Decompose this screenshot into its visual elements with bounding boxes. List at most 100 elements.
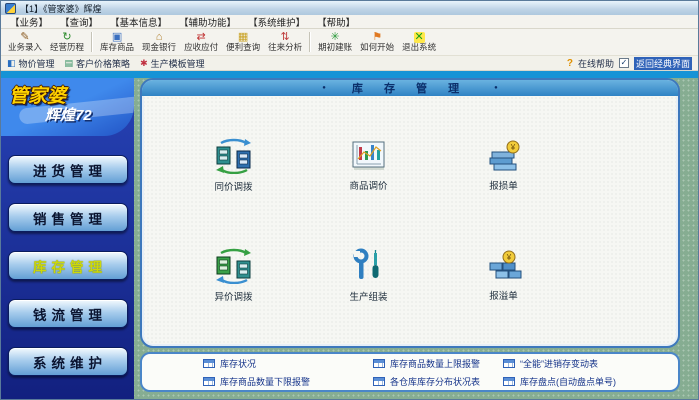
content-area: ● 库 存 管 理 ●	[134, 78, 698, 399]
production-assembly-icon	[349, 248, 387, 284]
toolbar-label: 库存商品	[100, 43, 134, 53]
contacts-analysis-icon: ⇅	[280, 32, 289, 43]
toolbar-initial-setup[interactable]: ✳ 期初建账	[314, 30, 356, 54]
getting-started-icon: ⚑	[372, 32, 382, 43]
app-icon	[5, 3, 16, 14]
link-upper-limit-alarm[interactable]: 库存商品数量上限报警	[373, 357, 503, 370]
toolbar-label: 物价管理	[19, 57, 55, 70]
toolbar-stock-goods[interactable]: ▣ 库存商品	[96, 30, 138, 54]
menu-system-maintenance[interactable]: 【系统维护】	[242, 15, 311, 29]
menu-query[interactable]: 【查询】	[54, 15, 104, 29]
panel-header: ● 库 存 管 理 ●	[142, 80, 678, 96]
sidebar-item-inventory[interactable]: 库存管理	[8, 251, 128, 280]
toolbar-separator	[91, 32, 93, 52]
sidebar-item-sales[interactable]: 销售管理	[8, 203, 128, 232]
menu-business[interactable]: 【业务】	[4, 15, 54, 29]
link-stocktaking[interactable]: 库存盘点(自动盘点单号)	[503, 375, 670, 388]
toolbar-payables[interactable]: ⇄ 应收应付	[180, 30, 222, 54]
table-icon	[373, 359, 385, 368]
function-label: 报溢单	[489, 288, 518, 302]
link-label: 各仓库库存分布状况表	[390, 375, 480, 388]
toolbar-label: 业务录入	[8, 43, 42, 53]
loss-report-icon: ¥	[484, 139, 524, 173]
overflow-report-icon: ¥	[484, 249, 524, 283]
toolbar-cash-bank[interactable]: ⌂ 现金银行	[138, 30, 180, 54]
logo-edition-text: 辉煌72	[45, 104, 92, 125]
table-icon	[203, 377, 215, 386]
function-label: 生产组装	[349, 289, 387, 303]
sidebar-item-cashflow[interactable]: 钱流管理	[8, 299, 128, 328]
function-same-price-transfer[interactable]: 同价调拨	[213, 138, 255, 193]
toolbar-customer-price-policy[interactable]: ▤ 客户价格策略	[65, 57, 131, 70]
table-icon	[203, 359, 215, 368]
menu-help[interactable]: 【帮助】	[311, 15, 361, 29]
blue-divider-bar	[1, 71, 698, 78]
toolbar-label: 退出系统	[402, 43, 436, 53]
link-lower-limit-alarm[interactable]: 库存商品数量下限报警	[203, 375, 373, 388]
link-label: 库存商品数量下限报警	[220, 375, 310, 388]
svg-text:¥: ¥	[509, 143, 515, 152]
link-warehouse-distribution[interactable]: 各仓库库存分布状况表	[373, 375, 503, 388]
table-icon	[503, 377, 515, 386]
link-stock-status[interactable]: 库存状况	[203, 357, 373, 370]
toolbar-production-template[interactable]: ✱ 生产模板管理	[140, 57, 205, 70]
svg-text:¥: ¥	[505, 253, 511, 262]
app-logo: 管家婆 辉煌72	[1, 78, 134, 136]
same-price-transfer-icon	[213, 138, 255, 174]
function-label: 商品调价	[349, 178, 387, 192]
production-template-icon: ✱	[140, 58, 148, 69]
table-icon	[373, 377, 385, 386]
function-label: 异价调拨	[214, 289, 252, 303]
function-goods-price-adjust[interactable]: 商品调价	[349, 139, 389, 192]
function-label: 同价调拨	[214, 179, 252, 193]
customer-price-policy-icon: ▤	[65, 58, 74, 69]
titlebar[interactable]: 【1】《管家婆》辉煌	[1, 1, 698, 15]
function-loss-report[interactable]: ¥ 报损单	[484, 139, 524, 192]
header-bullet-right: ●	[494, 85, 498, 91]
toolbar-label: 客户价格策略	[76, 57, 130, 70]
toolbar-label: 生产模板管理	[151, 57, 205, 70]
initial-setup-icon: ✳	[331, 32, 340, 43]
toolbar-exit-system[interactable]: ✕ 退出系统	[398, 30, 440, 54]
payables-receivables-icon: ⇄	[196, 32, 205, 43]
sidebar-item-purchase[interactable]: 进货管理	[8, 155, 128, 184]
link-label: “全能”进销存变动表	[520, 357, 598, 370]
function-overflow-report[interactable]: ¥ 报溢单	[484, 249, 524, 302]
link-almighty-change-report[interactable]: “全能”进销存变动表	[503, 357, 670, 370]
panel-title: 库 存 管 理	[352, 80, 468, 96]
online-help-link[interactable]: 在线帮助	[578, 57, 614, 70]
toolbar-label: 现金银行	[142, 43, 176, 53]
sidebar-item-system[interactable]: 系统维护	[8, 347, 128, 376]
sidebar: 管家婆 辉煌72 进货管理 销售管理 库存管理 钱流管理 系统维护	[1, 78, 134, 399]
toolbar-getting-started[interactable]: ⚑ 如何开始	[356, 30, 398, 54]
toolbar-label: 经营历程	[50, 43, 84, 53]
bank-icon: ⌂	[156, 32, 163, 43]
secondary-toolbar: ◧ 物价管理 ▤ 客户价格策略 ✱ 生产模板管理 ? 在线帮助 ✓ 返回经典界面	[1, 56, 698, 71]
toolbar-quick-query[interactable]: ▦ 便利查询	[222, 30, 264, 54]
toolbar-separator	[309, 32, 311, 52]
toolbar-contacts-analysis[interactable]: ⇅ 往来分析	[264, 30, 306, 54]
history-cycle-icon: ↻	[62, 32, 71, 43]
classic-ui-checkbox[interactable]: ✓	[619, 58, 629, 68]
toolbar-history[interactable]: ↻ 经营历程	[46, 30, 88, 54]
toolbar-label: 应收应付	[184, 43, 218, 53]
price-management-icon: ◧	[7, 58, 16, 69]
help-icon: ?	[567, 58, 573, 69]
app-window: 【1】《管家婆》辉煌 【业务】 【查询】 【基本信息】 【辅助功能】 【系统维护…	[0, 0, 699, 400]
function-icon-grid: 同价调拨	[142, 96, 678, 346]
toolbar-price-management[interactable]: ◧ 物价管理	[7, 57, 55, 70]
inventory-panel: ● 库 存 管 理 ●	[140, 78, 680, 348]
workspace: 管家婆 辉煌72 进货管理 销售管理 库存管理 钱流管理 系统维护 ● 库 存 …	[1, 78, 698, 399]
classic-ui-label[interactable]: 返回经典界面	[634, 57, 692, 70]
menu-basic-info[interactable]: 【基本信息】	[104, 15, 173, 29]
menu-aux-functions[interactable]: 【辅助功能】	[173, 15, 242, 29]
function-production-assembly[interactable]: 生产组装	[349, 248, 387, 303]
link-label: 库存状况	[220, 357, 256, 370]
business-entry-icon: ✎	[20, 32, 29, 43]
function-label: 报损单	[489, 178, 518, 192]
window-title: 【1】《管家婆》辉煌	[20, 2, 102, 15]
table-icon	[503, 359, 515, 368]
toolbar-label: 便利查询	[226, 43, 260, 53]
function-diff-price-transfer[interactable]: 异价调拨	[213, 248, 255, 303]
toolbar-business-entry[interactable]: ✎ 业务录入	[4, 30, 46, 54]
